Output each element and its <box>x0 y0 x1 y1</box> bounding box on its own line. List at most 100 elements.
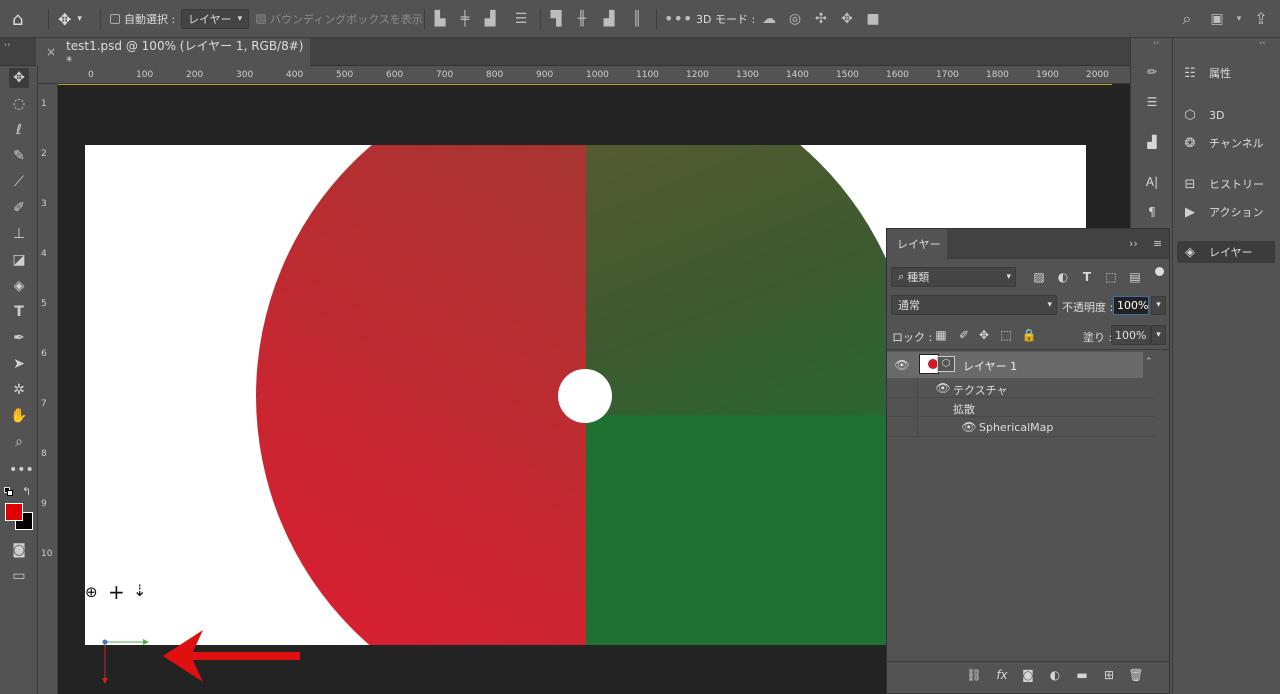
align-hcenter-icon[interactable]: ╪ <box>456 10 474 28</box>
eraser-tool-icon[interactable]: ◪ <box>9 250 29 270</box>
quick-select-tool-icon[interactable]: ✎ <box>9 146 29 166</box>
align-bottom-icon[interactable]: ▟ <box>600 10 618 28</box>
filter-adjustment-icon[interactable]: ◐ <box>1055 269 1071 285</box>
filter-smart-object-icon[interactable]: ▤ <box>1127 269 1143 285</box>
panel-history[interactable]: ⊟ ヒストリー <box>1181 173 1264 195</box>
move-tool-preset-icon[interactable]: ✥ ▾ <box>58 0 82 38</box>
layer-filter-dropdown[interactable]: ⌕ 種類 ▾ <box>891 267 1016 287</box>
diffuse-row[interactable]: 拡散 <box>887 398 1155 417</box>
align-left-icon[interactable]: ▙ <box>431 10 449 28</box>
hand-tool-icon[interactable]: ✋ <box>9 406 29 426</box>
new-group-icon[interactable]: ▬ <box>1074 667 1090 683</box>
marquee-tool-icon[interactable]: ◌ <box>9 94 29 114</box>
panel-properties[interactable]: ☷ 属性 <box>1181 62 1231 84</box>
brush-settings-icon[interactable]: ✏ <box>1144 64 1160 80</box>
fill-dropdown-icon[interactable]: ▾ <box>1151 325 1166 345</box>
shape-tool-icon[interactable]: ✲ <box>9 380 29 400</box>
distribute-icon[interactable]: ☰ <box>512 10 530 28</box>
3d-zoom-widget-icon[interactable]: ⇣ <box>133 581 146 600</box>
layer-style-fx-icon[interactable]: fx <box>994 667 1010 683</box>
pen-tool-icon[interactable]: ✒ <box>9 328 29 348</box>
stamp-tool-icon[interactable]: ⊥ <box>9 224 29 244</box>
clone-source-icon[interactable]: ▟ <box>1144 134 1160 150</box>
collapse-panels-icon[interactable]: ‹‹ <box>1153 38 1159 47</box>
new-layer-icon[interactable]: ⊞ <box>1101 667 1117 683</box>
panel-menu-icon[interactable]: ≡ <box>1153 237 1162 250</box>
layers-tab[interactable]: レイヤー <box>887 229 947 259</box>
opacity-dropdown-icon[interactable]: ▾ <box>1151 296 1166 315</box>
collapse-layer-effects-icon[interactable]: ⌃ <box>1145 357 1153 367</box>
filter-toggle-icon[interactable] <box>1155 267 1164 276</box>
blend-mode-dropdown[interactable]: 通常 ▾ <box>891 295 1057 315</box>
orbit-3d-icon[interactable]: ☁ <box>760 10 778 28</box>
document-tab[interactable]: × test1.psd @ 100% (レイヤー 1, RGB/8#) * <box>36 38 310 68</box>
paint-bucket-tool-icon[interactable]: ◈ <box>9 276 29 296</box>
character-panel-icon[interactable]: A| <box>1144 174 1160 190</box>
visibility-eye-icon[interactable]: 👁 <box>894 357 910 373</box>
layer-thumbnail[interactable] <box>919 354 939 374</box>
spherical-map-row[interactable]: 👁 SphericalMap <box>887 417 1155 437</box>
screen-mode-icon[interactable]: ▭ <box>9 566 29 586</box>
texture-eye-icon[interactable]: 👁 <box>935 380 951 396</box>
swap-colors-icon[interactable]: ↰ <box>22 485 31 498</box>
auto-select-dropdown[interactable]: レイヤー ▾ <box>181 0 250 38</box>
lock-image-icon[interactable]: ✐ <box>956 327 972 343</box>
collapse-toolbar-icon[interactable]: ›› <box>4 40 10 49</box>
lock-all-icon[interactable]: 🔒 <box>1021 327 1037 343</box>
workspace-dropdown-icon[interactable]: ▾ <box>1230 10 1248 28</box>
lock-artboard-icon[interactable]: ⬚ <box>998 327 1014 343</box>
filter-type-icon[interactable]: T <box>1079 269 1095 285</box>
align-vcenter-icon[interactable]: ╫ <box>573 10 591 28</box>
panel-actions[interactable]: ▶ アクション <box>1181 201 1263 223</box>
opacity-input[interactable]: 100% <box>1113 296 1149 315</box>
bbox-checkbox[interactable]: バウンディングボックスを表示 <box>256 0 423 38</box>
path-select-tool-icon[interactable]: ➤ <box>9 354 29 374</box>
fill-input[interactable]: 100% <box>1111 325 1151 345</box>
quick-mask-icon[interactable]: ◙ <box>9 540 29 560</box>
scale-3d-icon[interactable]: ■ <box>864 10 882 28</box>
panel-channels[interactable]: ❂ チャンネル <box>1181 132 1264 154</box>
more-options-icon[interactable]: ••• <box>664 10 692 28</box>
zoom-tool-icon[interactable]: ⌕ <box>9 432 29 452</box>
share-icon[interactable]: ⇪ <box>1252 10 1270 28</box>
type-tool-icon[interactable]: T <box>9 302 29 322</box>
home-icon[interactable]: ⌂ <box>12 0 23 38</box>
foreground-color-swatch[interactable] <box>5 503 23 521</box>
edit-toolbar-icon[interactable]: ••• <box>9 460 34 480</box>
adjustment-layer-icon[interactable]: ◐ <box>1047 667 1063 683</box>
collapse-panel-icon[interactable]: ›› <box>1129 237 1138 250</box>
filter-shape-icon[interactable]: ⬚ <box>1103 269 1119 285</box>
panel-3d[interactable]: ⬡ 3D <box>1181 104 1224 126</box>
distribute-v-icon[interactable]: ║ <box>628 10 646 28</box>
slide-3d-icon[interactable]: ✥ <box>838 10 856 28</box>
auto-select-checkbox[interactable]: 自動選択 : <box>110 0 175 38</box>
align-top-icon[interactable]: ▜ <box>547 10 565 28</box>
lasso-tool-icon[interactable]: ℓ <box>9 120 29 140</box>
filter-pixel-icon[interactable]: ▨ <box>1031 269 1047 285</box>
delete-layer-icon[interactable]: 🗑 <box>1128 667 1144 683</box>
brush-tool-icon[interactable]: ✐ <box>9 198 29 218</box>
default-colors-icon[interactable] <box>4 487 14 497</box>
roll-3d-icon[interactable]: ◎ <box>786 10 804 28</box>
move-tool-icon[interactable]: ✥ <box>9 68 29 88</box>
link-layers-icon[interactable]: ⛓ <box>966 667 982 683</box>
adjustments-icon[interactable]: ☰ <box>1144 94 1160 110</box>
close-tab-button[interactable]: × <box>46 45 56 59</box>
spherical-map-eye-icon[interactable]: 👁 <box>961 419 977 435</box>
layer-name[interactable]: レイヤー 1 <box>963 358 1017 374</box>
layer-row[interactable]: 👁 ⬡ レイヤー 1 <box>887 352 1143 378</box>
lock-position-icon[interactable]: ✥ <box>976 327 992 343</box>
add-mask-icon[interactable]: ◙ <box>1020 667 1036 683</box>
texture-row[interactable]: 👁 テクスチャ <box>887 378 1155 398</box>
paragraph-panel-icon[interactable]: ¶ <box>1144 204 1160 220</box>
3d-orbit-widget-icon[interactable]: ⊕ <box>85 583 98 601</box>
align-right-icon[interactable]: ▟ <box>481 10 499 28</box>
eyedropper-tool-icon[interactable]: ⟋ <box>9 172 29 192</box>
pan-3d-icon[interactable]: ✣ <box>812 10 830 28</box>
3d-pan-widget-icon[interactable]: + <box>108 580 125 604</box>
panel-layers[interactable]: ◈ レイヤー <box>1177 241 1275 263</box>
search-icon[interactable]: ⌕ <box>1178 10 1196 28</box>
lock-transparent-icon[interactable]: ▦ <box>933 327 949 343</box>
collapse-panel-column-icon[interactable]: ‹‹ <box>1259 38 1265 47</box>
workspace-icon[interactable]: ▣ <box>1208 10 1226 28</box>
